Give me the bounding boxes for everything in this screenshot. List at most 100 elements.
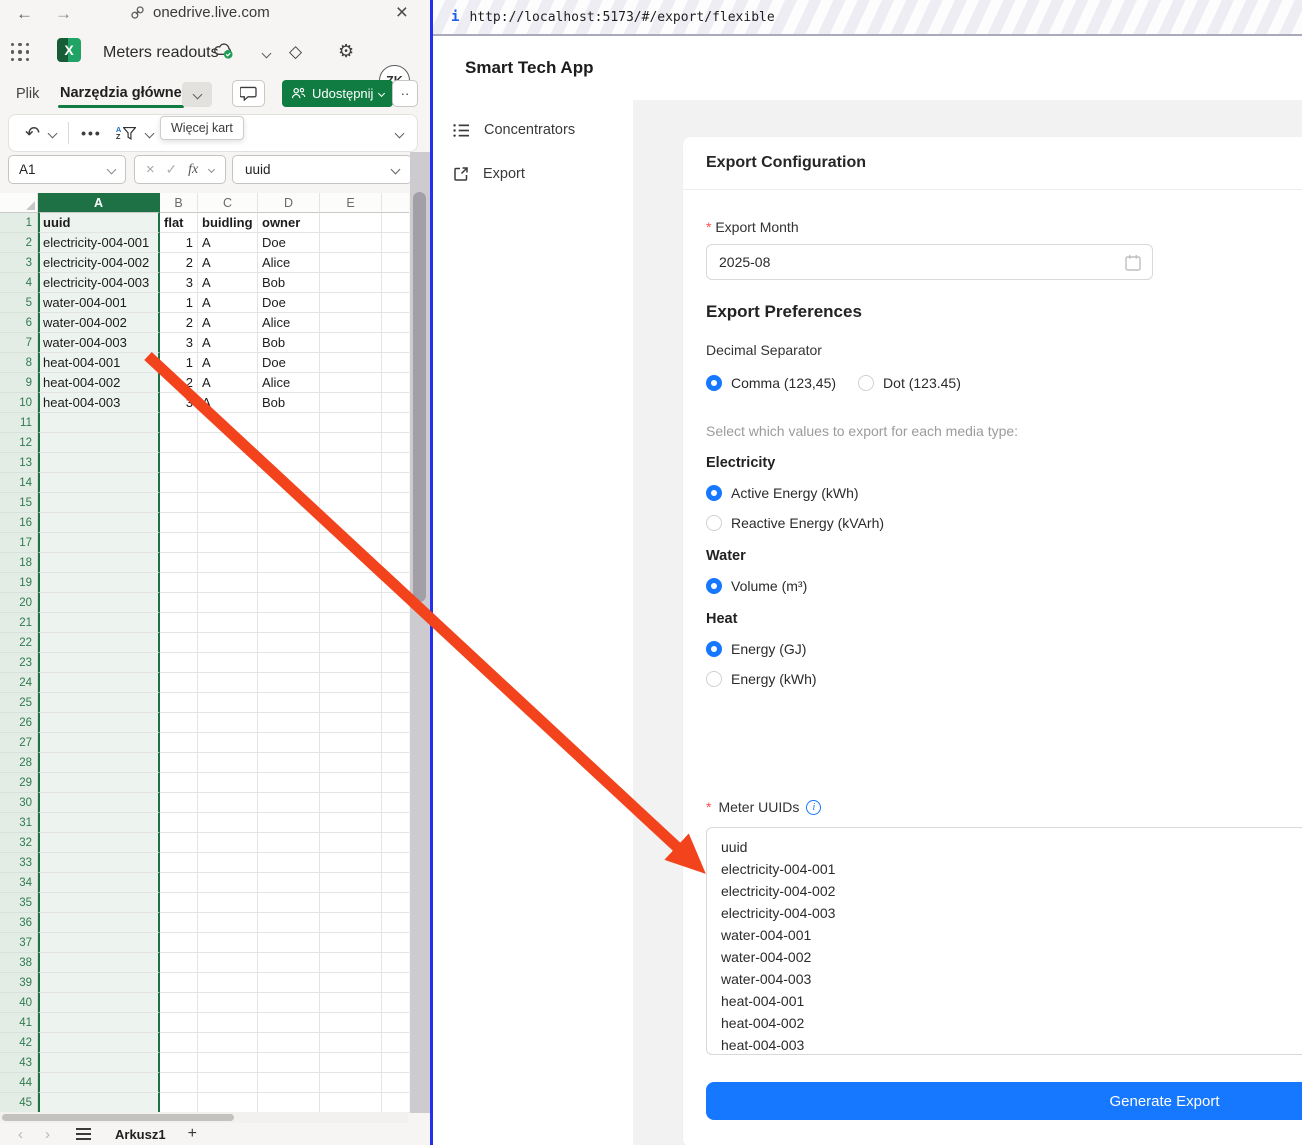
grid-cell[interactable] [382, 293, 409, 313]
grid-cell[interactable] [258, 553, 320, 573]
grid-cell[interactable] [258, 493, 320, 513]
grid-cell[interactable]: Bob [258, 333, 320, 353]
select-all-corner[interactable] [0, 193, 38, 213]
row-number[interactable]: 21 [0, 613, 38, 633]
grid-cell[interactable] [320, 513, 382, 533]
grid-cell[interactable]: Bob [258, 393, 320, 413]
grid-cell[interactable] [38, 413, 160, 433]
grid-cell[interactable] [198, 873, 258, 893]
forward-icon[interactable]: → [55, 4, 72, 24]
grid-cell[interactable] [198, 733, 258, 753]
grid-cell[interactable] [198, 473, 258, 493]
grid-cell[interactable] [382, 633, 409, 653]
grid-cell[interactable] [258, 693, 320, 713]
row-number[interactable]: 24 [0, 673, 38, 693]
radio-option[interactable]: Volume (m³) [706, 578, 1166, 594]
grid-cell[interactable] [38, 613, 160, 633]
grid-cell[interactable] [160, 613, 198, 633]
grid-cell[interactable] [382, 1033, 409, 1053]
row-number[interactable]: 19 [0, 573, 38, 593]
grid-cell[interactable] [320, 533, 382, 553]
grid-cell[interactable] [258, 753, 320, 773]
grid-cell[interactable] [258, 773, 320, 793]
grid-cell[interactable] [382, 833, 409, 853]
grid-cell[interactable]: heat-004-003 [38, 393, 160, 413]
grid-cell[interactable]: 1 [160, 233, 198, 253]
grid-cell[interactable] [198, 513, 258, 533]
column-header[interactable]: A [38, 193, 160, 213]
grid-cell[interactable] [38, 633, 160, 653]
grid-cell[interactable]: heat-004-002 [38, 373, 160, 393]
grid-cell[interactable] [38, 773, 160, 793]
horizontal-scrollbar[interactable] [0, 1112, 408, 1123]
radio-icon[interactable] [706, 375, 722, 391]
grid-cell[interactable] [320, 613, 382, 633]
row-number[interactable]: 44 [0, 1073, 38, 1093]
sidebar-item-concentrators[interactable]: Concentrators [453, 122, 575, 138]
grid-cell[interactable] [258, 993, 320, 1013]
grid-cell[interactable] [382, 873, 409, 893]
back-icon[interactable]: ← [16, 4, 33, 24]
comments-button[interactable] [232, 80, 265, 107]
grid-cell[interactable] [198, 1093, 258, 1113]
grid-cell[interactable]: water-004-003 [38, 333, 160, 353]
grid-cell[interactable] [320, 773, 382, 793]
grid-cell[interactable] [258, 633, 320, 653]
grid-cell[interactable] [38, 533, 160, 553]
grid-cell[interactable]: flat [160, 213, 198, 233]
grid-cell[interactable] [198, 613, 258, 633]
grid-cell[interactable] [38, 893, 160, 913]
sheet-menu-icon[interactable] [76, 1128, 91, 1139]
grid-cell[interactable] [38, 953, 160, 973]
grid-cell[interactable] [198, 853, 258, 873]
row-number[interactable]: 9 [0, 373, 38, 393]
export-month-input[interactable]: 2025-08 [706, 244, 1153, 280]
grid-cell[interactable] [160, 973, 198, 993]
grid-cell[interactable] [160, 933, 198, 953]
grid-cell[interactable] [258, 813, 320, 833]
grid-cell[interactable] [320, 1033, 382, 1053]
vertical-scrollbar[interactable] [410, 152, 430, 1113]
sheet-next-icon[interactable]: › [45, 1126, 50, 1143]
grid-cell[interactable] [382, 213, 409, 233]
grid-cell[interactable] [382, 853, 409, 873]
grid-cell[interactable]: electricity-004-003 [38, 273, 160, 293]
ribbon-collapse-icon[interactable] [395, 129, 405, 139]
tab-home[interactable]: Narzędzia główne [60, 85, 182, 101]
grid-cell[interactable] [38, 853, 160, 873]
grid-cell[interactable] [320, 993, 382, 1013]
grid-cell[interactable] [320, 793, 382, 813]
grid-cell[interactable] [258, 1073, 320, 1093]
grid-cell[interactable] [320, 293, 382, 313]
grid-cell[interactable] [198, 793, 258, 813]
grid-cell[interactable] [258, 533, 320, 553]
grid-cell[interactable] [198, 773, 258, 793]
grid-cell[interactable] [160, 1073, 198, 1093]
grid-cell[interactable] [160, 473, 198, 493]
grid-cell[interactable] [160, 813, 198, 833]
grid-cell[interactable] [320, 753, 382, 773]
grid-cell[interactable]: A [198, 233, 258, 253]
row-number[interactable]: 17 [0, 533, 38, 553]
row-number[interactable]: 12 [0, 433, 38, 453]
grid-cell[interactable] [160, 993, 198, 1013]
row-number[interactable]: 15 [0, 493, 38, 513]
grid-cell[interactable] [38, 753, 160, 773]
grid-cell[interactable]: 2 [160, 373, 198, 393]
grid-cell[interactable] [320, 633, 382, 653]
grid-cell[interactable] [320, 273, 382, 293]
grid-cell[interactable] [258, 893, 320, 913]
horizontal-scrollbar-thumb[interactable] [2, 1114, 234, 1121]
grid-cell[interactable] [160, 553, 198, 573]
grid-cell[interactable] [382, 473, 409, 493]
add-sheet-button[interactable]: + [188, 1125, 197, 1143]
grid-cell[interactable] [382, 933, 409, 953]
grid-cell[interactable] [320, 1073, 382, 1093]
grid-cell[interactable] [160, 453, 198, 473]
column-header[interactable]: B [160, 193, 198, 213]
grid-cell[interactable] [38, 513, 160, 533]
grid-cell[interactable] [198, 993, 258, 1013]
confirm-icon[interactable]: ✓ [166, 161, 178, 178]
row-number[interactable]: 39 [0, 973, 38, 993]
grid-cell[interactable]: Alice [258, 253, 320, 273]
